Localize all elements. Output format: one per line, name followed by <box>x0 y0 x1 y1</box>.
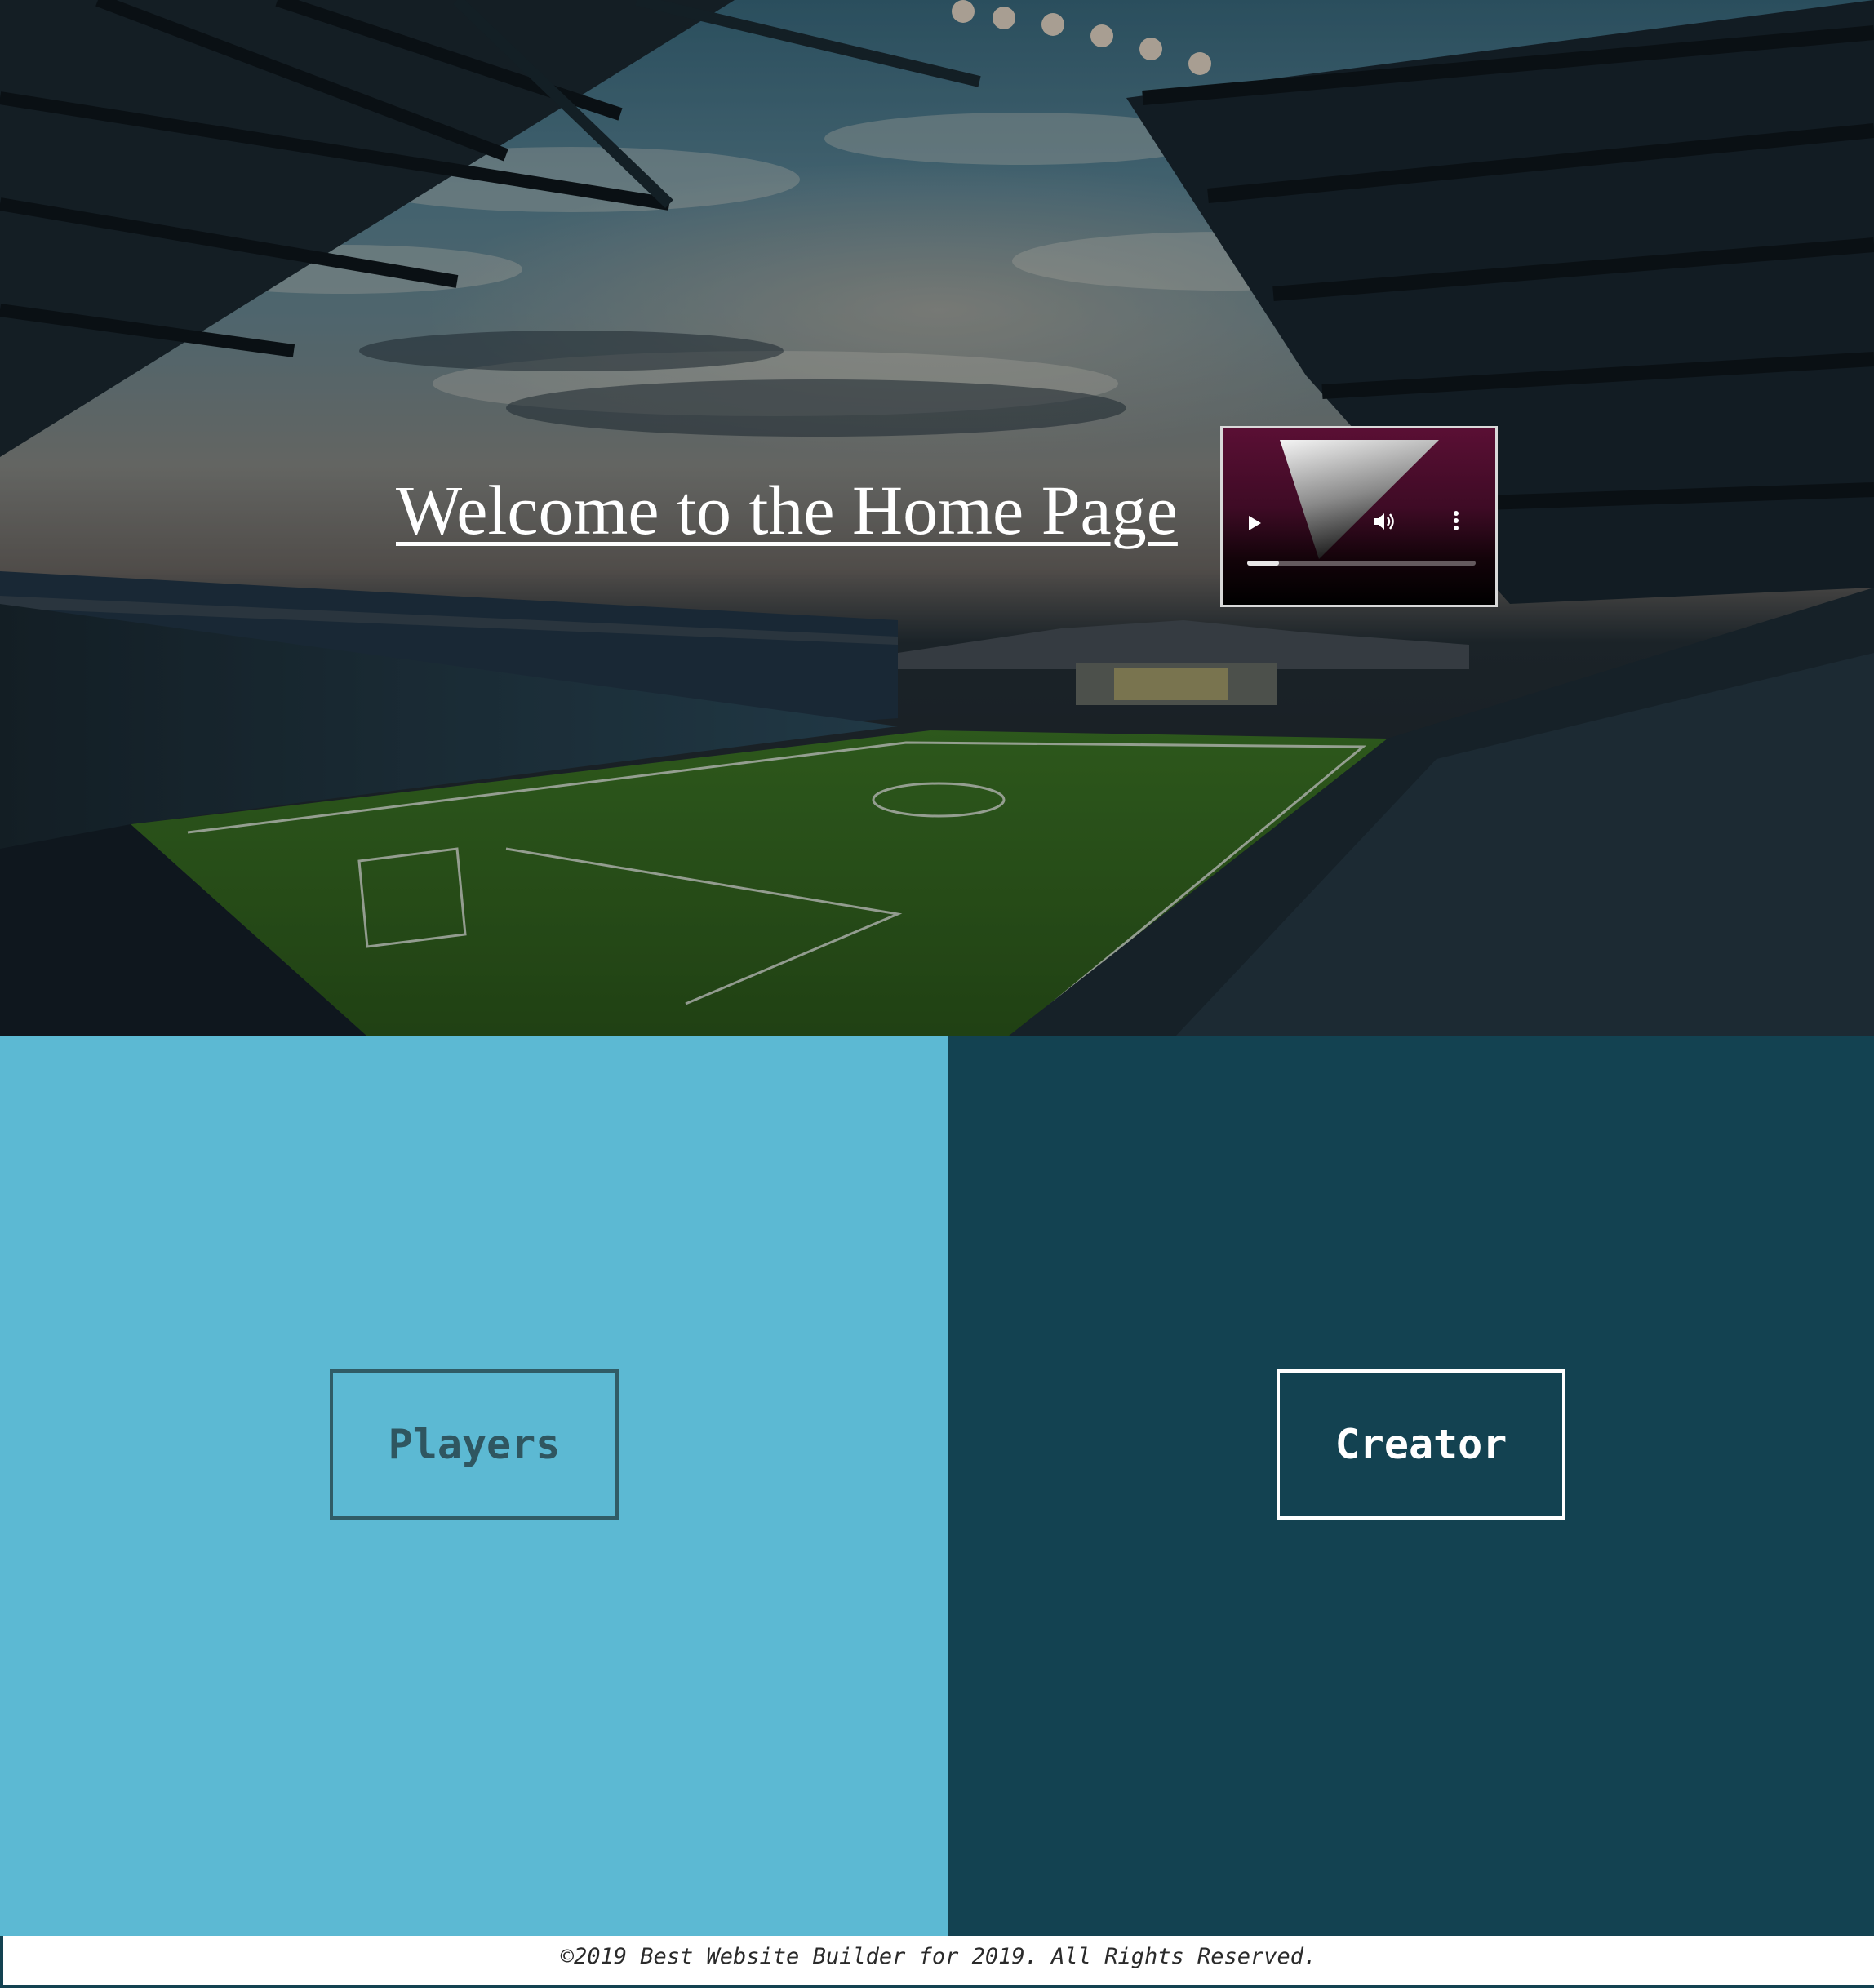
welcome-heading-link[interactable]: Welcome to the Home Page <box>396 475 1178 545</box>
copyright-text: ©2019 Best Website Builder for 2019. All… <box>560 1944 1317 1969</box>
play-icon <box>1249 516 1261 530</box>
more-options-button[interactable] <box>1453 510 1474 539</box>
players-button[interactable]: Players <box>330 1369 619 1520</box>
volume-button[interactable] <box>1371 510 1404 539</box>
play-button[interactable] <box>1246 513 1270 538</box>
footer: ©2019 Best Website Builder for 2019. All… <box>0 1936 1874 1988</box>
video-player[interactable] <box>1220 426 1498 607</box>
more-options-icon <box>1454 511 1459 530</box>
volume-icon <box>1374 513 1394 530</box>
players-panel: Players <box>0 1036 948 1936</box>
hero-section: Welcome to the Home Page <box>0 0 1874 1036</box>
creator-panel: Creator <box>948 1036 1874 1936</box>
video-progress-bar[interactable] <box>1247 561 1476 566</box>
video-progress-fill <box>1247 561 1280 566</box>
video-frame[interactable] <box>1223 428 1495 605</box>
creator-button[interactable]: Creator <box>1277 1369 1565 1520</box>
